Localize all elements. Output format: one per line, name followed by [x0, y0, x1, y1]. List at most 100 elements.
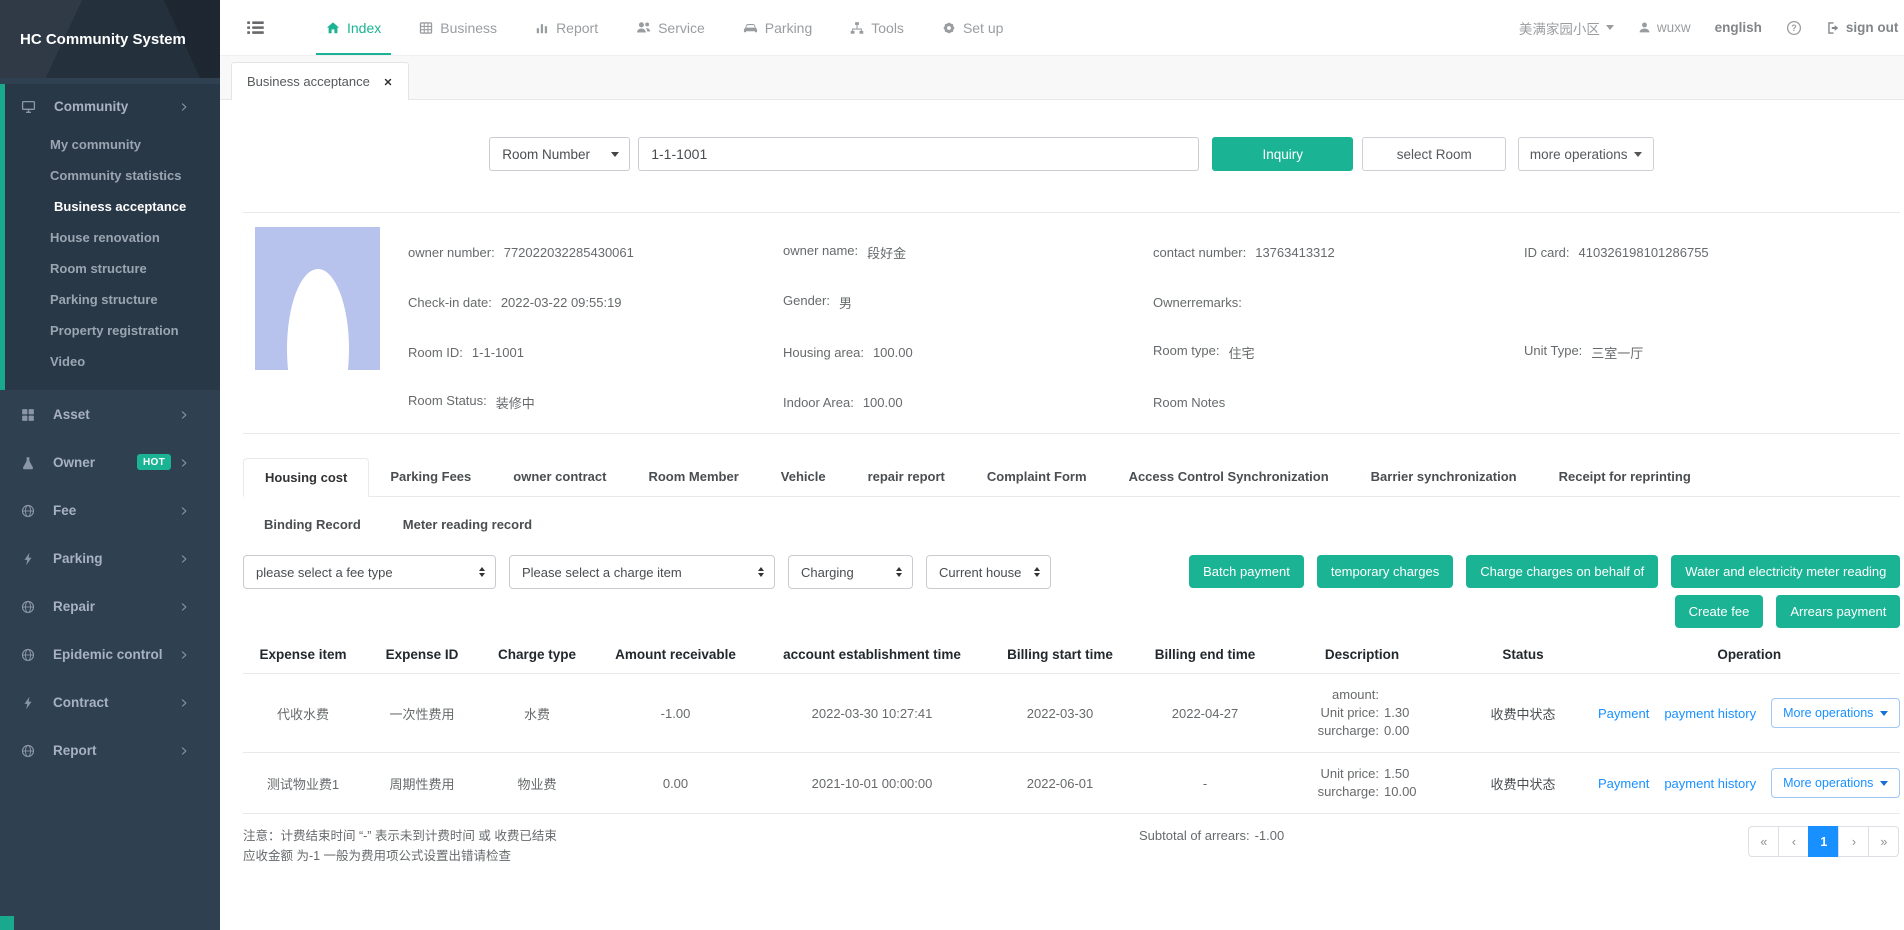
tab-barrier-sync[interactable]: Barrier synchronization — [1350, 458, 1538, 496]
sidebar-item-fee[interactable]: Fee — [0, 486, 220, 534]
sidebar-section-community: Community My community Community statist… — [0, 84, 220, 390]
tab-receipt-reprinting[interactable]: Receipt for reprinting — [1538, 458, 1712, 496]
sidebar-item-epidemic-control[interactable]: Epidemic control — [0, 630, 220, 678]
tab-access-control-sync[interactable]: Access Control Synchronization — [1108, 458, 1350, 496]
meter-reading-button[interactable]: Water and electricity meter reading — [1671, 555, 1900, 588]
pagination-prev[interactable]: ‹ — [1778, 826, 1809, 857]
cell-amount: 0.00 — [593, 776, 758, 791]
tab-business-acceptance[interactable]: Business acceptance — [231, 62, 409, 100]
pagination-next[interactable]: › — [1838, 826, 1869, 857]
tab-owner-contract[interactable]: owner contract — [492, 458, 627, 496]
pagination-first[interactable]: « — [1748, 826, 1779, 857]
charge-item-select[interactable]: Please select a charge item — [509, 555, 775, 589]
sidebar-item-room-structure[interactable]: Room structure — [5, 253, 220, 284]
sidebar-item-community[interactable]: Community — [5, 84, 220, 129]
chevron-right-icon — [179, 99, 198, 114]
temporary-charges-button[interactable]: temporary charges — [1317, 555, 1453, 588]
fee-table: Expense item Expense ID Charge type Amou… — [243, 636, 1900, 814]
cell-established: 2021-10-01 00:00:00 — [758, 776, 986, 791]
sign-out-button[interactable]: sign out — [1826, 20, 1899, 35]
question-circle-icon — [1786, 20, 1802, 36]
sidebar-item-video[interactable]: Video — [5, 346, 220, 377]
cell-expense-id: 一次性费用 — [363, 704, 481, 723]
help-button[interactable] — [1786, 20, 1802, 36]
list-icon — [246, 18, 265, 37]
globe-icon — [21, 598, 44, 613]
pagination-page-1[interactable]: 1 — [1808, 826, 1839, 857]
chevron-right-icon — [179, 407, 198, 422]
arrears-payment-button[interactable]: Arrears payment — [1776, 595, 1900, 628]
current-house-select[interactable]: Current house — [926, 555, 1051, 589]
pagination: « ‹ 1 › » — [1748, 826, 1899, 857]
fee-type-select[interactable]: please select a fee type — [243, 555, 496, 589]
sidebar-item-contract[interactable]: Contract — [0, 678, 220, 726]
nav-item-index[interactable]: Index — [307, 0, 400, 55]
search-type-select[interactable]: Room Number — [489, 137, 630, 171]
community-selector[interactable]: 美满家园小区 — [1519, 18, 1614, 38]
payment-link[interactable]: Payment — [1598, 706, 1649, 721]
payment-link[interactable]: Payment — [1598, 776, 1649, 791]
sidebar-item-house-renovation[interactable]: House renovation — [5, 222, 220, 253]
sidebar-item-parking-structure[interactable]: Parking structure — [5, 284, 220, 315]
sidebar-item-property-registration[interactable]: Property registration — [5, 315, 220, 346]
bolt-icon — [21, 550, 44, 565]
th-large-icon — [21, 406, 44, 421]
sidebar-item-owner[interactable]: Owner HOT — [0, 438, 220, 486]
home-icon — [326, 21, 340, 35]
sidebar-item-asset[interactable]: Asset — [0, 390, 220, 438]
inquiry-button[interactable]: Inquiry — [1212, 137, 1353, 171]
globe-icon — [21, 742, 44, 757]
sidebar-item-business-acceptance[interactable]: Business acceptance — [5, 191, 220, 222]
more-operations-button[interactable]: More operations — [1771, 698, 1900, 728]
detail-tabs: Housing cost Parking Fees owner contract… — [243, 458, 1900, 543]
payment-history-link[interactable]: payment history — [1664, 776, 1756, 791]
footnotes: 注意：计费结束时间 “-” 表示未到计费时间 或 收费已结束 应收金额 为-1 … — [243, 826, 883, 866]
tab-meter-reading-record[interactable]: Meter reading record — [382, 506, 553, 543]
user-menu[interactable]: wuxw — [1638, 20, 1691, 35]
more-operations-button[interactable]: More operations — [1771, 768, 1900, 798]
top-navbar: Index Business Report Service Parking — [220, 0, 1904, 56]
tab-bar: Business acceptance — [220, 56, 1904, 100]
tab-parking-fees[interactable]: Parking Fees — [369, 458, 492, 496]
col-description: Description — [1276, 647, 1448, 662]
nav-item-tools[interactable]: Tools — [831, 0, 923, 55]
select-room-button[interactable]: select Room — [1362, 137, 1506, 171]
sidebar-toggle-button[interactable] — [246, 18, 265, 37]
app-logo: HC Community System — [0, 0, 220, 78]
charging-status-select[interactable]: Charging — [788, 555, 913, 589]
updown-arrows-icon — [479, 567, 485, 577]
more-operations-dropdown[interactable]: more operations — [1518, 137, 1654, 171]
nav-item-parking[interactable]: Parking — [724, 0, 831, 55]
batch-payment-button[interactable]: Batch payment — [1189, 555, 1304, 588]
sidebar-item-report[interactable]: Report — [0, 726, 220, 774]
nav-item-set-up[interactable]: Set up — [923, 0, 1022, 55]
tab-complaint-form[interactable]: Complaint Form — [966, 458, 1108, 496]
pagination-last[interactable]: » — [1868, 826, 1899, 857]
search-input[interactable] — [638, 137, 1199, 171]
car-icon — [743, 20, 758, 35]
create-fee-button[interactable]: Create fee — [1675, 595, 1764, 628]
sidebar-item-parking[interactable]: Parking — [0, 534, 220, 582]
sign-out-icon — [1826, 21, 1840, 35]
tab-binding-record[interactable]: Binding Record — [243, 506, 382, 543]
gender-field: Gender:男 — [783, 293, 1153, 312]
sidebar-item-community-statistics[interactable]: Community statistics — [5, 160, 220, 191]
tab-repair-report[interactable]: repair report — [847, 458, 966, 496]
tab-vehicle[interactable]: Vehicle — [760, 458, 847, 496]
tab-room-member[interactable]: Room Member — [627, 458, 759, 496]
close-icon[interactable] — [383, 77, 393, 87]
sidebar-item-my-community[interactable]: My community — [5, 129, 220, 160]
user-icon — [1638, 21, 1651, 34]
language-switch[interactable]: english — [1715, 20, 1762, 35]
tab-housing-cost[interactable]: Housing cost — [243, 458, 369, 497]
chevron-right-icon — [179, 695, 198, 710]
sidebar-corner-accent — [0, 916, 14, 930]
nav-item-report[interactable]: Report — [516, 0, 617, 55]
sidebar-item-repair[interactable]: Repair — [0, 582, 220, 630]
charge-on-behalf-button[interactable]: Charge charges on behalf of — [1466, 555, 1658, 588]
cell-operation: Payment payment history More operations — [1598, 698, 1900, 728]
globe-icon — [21, 502, 44, 517]
nav-item-service[interactable]: Service — [617, 0, 724, 55]
nav-item-business[interactable]: Business — [400, 0, 516, 55]
payment-history-link[interactable]: payment history — [1664, 706, 1756, 721]
